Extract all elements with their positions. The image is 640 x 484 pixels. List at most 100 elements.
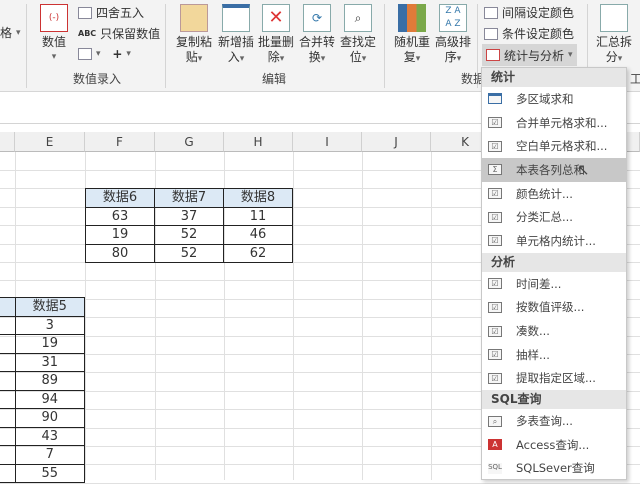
menu-item-sqlserver-query[interactable]: SQL SQLSever查询 (482, 457, 626, 481)
header-cell[interactable]: 数据7 (154, 188, 224, 208)
menu-item-in-cell-stats[interactable]: ☑ 单元格内统计... (482, 229, 626, 253)
menu-item-subtotal[interactable]: ☑ 分类汇总... (482, 205, 626, 229)
cell[interactable]: 52 (154, 243, 224, 263)
summary-split-button[interactable]: 汇总拆 分▾ (594, 4, 634, 67)
abc-icon: ABC (78, 29, 97, 38)
delete-icon: ✕ (262, 4, 290, 32)
random-repeat-button[interactable]: 随机重 复▾ (392, 4, 432, 67)
cell[interactable]: 19 (14, 334, 85, 354)
number-value-button[interactable]: (-) 数值 ▾ (38, 4, 70, 65)
cond-color-icon (484, 27, 498, 40)
round-button[interactable]: 四舍五入 (78, 4, 144, 21)
batch-delete-button[interactable]: ✕ 批量删 除▾ (256, 4, 296, 67)
column-header-d[interactable] (0, 132, 15, 152)
column-header-e[interactable]: E (15, 132, 85, 152)
cell[interactable]: 89 (14, 371, 85, 391)
cell[interactable]: 3 (14, 315, 85, 335)
insert-icon (222, 4, 250, 32)
cut-left-button[interactable]: 格 ▾ (0, 24, 21, 41)
menu-item-extract-range[interactable]: ☑ 提取指定区域... (482, 367, 626, 391)
stats-analysis-button[interactable]: 统计与分析 ▾ (482, 44, 577, 66)
cell[interactable]: 43 (14, 426, 85, 446)
data-table-2: 数据5 3 19 31 89 94 90 43 7 55 (0, 297, 85, 483)
column-gridline (431, 152, 432, 480)
keep-value-button[interactable]: ABC 只保留数值 (78, 25, 160, 42)
dialog-icon: ☑ (488, 235, 502, 247)
stats-icon (486, 49, 500, 61)
header-cell[interactable]: 数据5 (14, 297, 85, 317)
sigma-icon: Σ (488, 164, 502, 176)
cond-color-button[interactable]: 条件设定颜色 (484, 25, 574, 42)
insert-new-button[interactable]: 新增插 入▾ (216, 4, 256, 67)
column-header-g[interactable]: G (155, 132, 224, 152)
group-label-tools: 工 (630, 72, 640, 86)
menu-item-multi-area-sum[interactable]: 多区域求和 (482, 87, 626, 111)
dialog-icon: ☑ (488, 140, 502, 152)
cell[interactable]: 90 (14, 408, 85, 428)
sum-table-icon (488, 93, 502, 105)
menu-item-blank-cell-sum[interactable]: ☑ 空白单元格求和... (482, 134, 626, 158)
mouse-cursor-icon: ↖ (577, 160, 590, 179)
menu-item-make-up-number[interactable]: ☑ 凑数... (482, 319, 626, 343)
convert-icon: ⟳ (303, 4, 331, 32)
menu-section-analysis: 分析 (482, 252, 626, 272)
menu-section-sql: SQL查询 (482, 390, 626, 410)
menu-item-rate-by-value[interactable]: ☑ 按数值评级... (482, 296, 626, 320)
menu-item-merged-cell-sum[interactable]: ☑ 合并单元格求和... (482, 111, 626, 135)
merge-convert-button[interactable]: ⟳ 合并转 换▾ (297, 4, 337, 67)
cell[interactable]: 46 (223, 225, 293, 245)
cell[interactable]: 7 (14, 445, 85, 465)
menu-item-column-totals[interactable]: Σ 本表各列总和 ↖ (482, 158, 626, 182)
column-header-j[interactable]: J (362, 132, 431, 152)
cell[interactable]: 19 (85, 225, 155, 245)
menu-item-multi-table-query[interactable]: ⌕ 多表查询... (482, 409, 626, 433)
data-table-1: 数据6 数据7 数据8 63 37 11 19 52 46 80 52 62 (85, 188, 293, 263)
cell[interactable]: 94 (14, 389, 85, 409)
header-cell[interactable]: 数据6 (85, 188, 155, 208)
cell[interactable]: 37 (154, 206, 224, 226)
access-icon: A (488, 439, 502, 451)
advanced-sort-button[interactable]: Z AA Z 高级排 序▾ (433, 4, 473, 67)
cell[interactable]: 63 (85, 206, 155, 226)
dialog-icon: ☑ (488, 211, 502, 223)
interval-color-button[interactable]: 间隔设定颜色 (484, 4, 574, 21)
search-icon: ⌕ (344, 4, 372, 32)
dialog-icon: ☑ (488, 278, 502, 290)
column-gridline (293, 152, 294, 480)
group-label-number-input: 数值录入 (73, 72, 122, 86)
cell[interactable]: 52 (154, 225, 224, 245)
interval-color-icon (484, 6, 498, 19)
table-search-icon: ⌕ (488, 415, 502, 427)
menu-section-stats: 统计 (482, 68, 626, 87)
dialog-icon: ☑ (488, 372, 502, 384)
summary-split-icon (600, 4, 628, 32)
find-locate-button[interactable]: ⌕ 查找定 位▾ (338, 4, 378, 67)
cell[interactable] (0, 297, 16, 317)
column-header-i[interactable]: I (293, 132, 362, 152)
menu-item-sampling[interactable]: ☑ 抽样... (482, 343, 626, 367)
edit-tools-button[interactable]: ▾ + ▾ (78, 47, 131, 61)
cell[interactable]: 31 (14, 352, 85, 372)
round-icon (78, 6, 92, 19)
clipboard-icon (180, 4, 208, 32)
column-header-f[interactable]: F (85, 132, 155, 152)
dialog-icon: ☑ (488, 117, 502, 129)
menu-item-color-stats[interactable]: ☑ 颜色统计... (482, 182, 626, 206)
random-icon (398, 4, 426, 32)
column-gridline (362, 152, 363, 480)
menu-item-access-query[interactable]: A Access查询... (482, 433, 626, 457)
sort-az-icon: Z AA Z (439, 4, 467, 32)
menu-item-time-diff[interactable]: ☑ 时间差... (482, 272, 626, 296)
dialog-icon: ☑ (488, 188, 502, 200)
column-header-h[interactable]: H (224, 132, 293, 152)
group-label-edit: 编辑 (262, 72, 287, 86)
header-cell[interactable]: 数据8 (223, 188, 293, 208)
cell[interactable]: 11 (223, 206, 293, 226)
dialog-icon: ☑ (488, 349, 502, 361)
cell[interactable]: 80 (85, 243, 155, 263)
dialog-icon: ☑ (488, 325, 502, 337)
number-value-icon: (-) (40, 4, 68, 32)
stats-analysis-dropdown-menu: 统计 多区域求和 ☑ 合并单元格求和... ☑ 空白单元格求和... Σ 本表各列总和… (481, 67, 627, 480)
copy-paste-button[interactable]: 复制粘 贴▾ (174, 4, 214, 67)
cell[interactable]: 62 (223, 243, 293, 263)
